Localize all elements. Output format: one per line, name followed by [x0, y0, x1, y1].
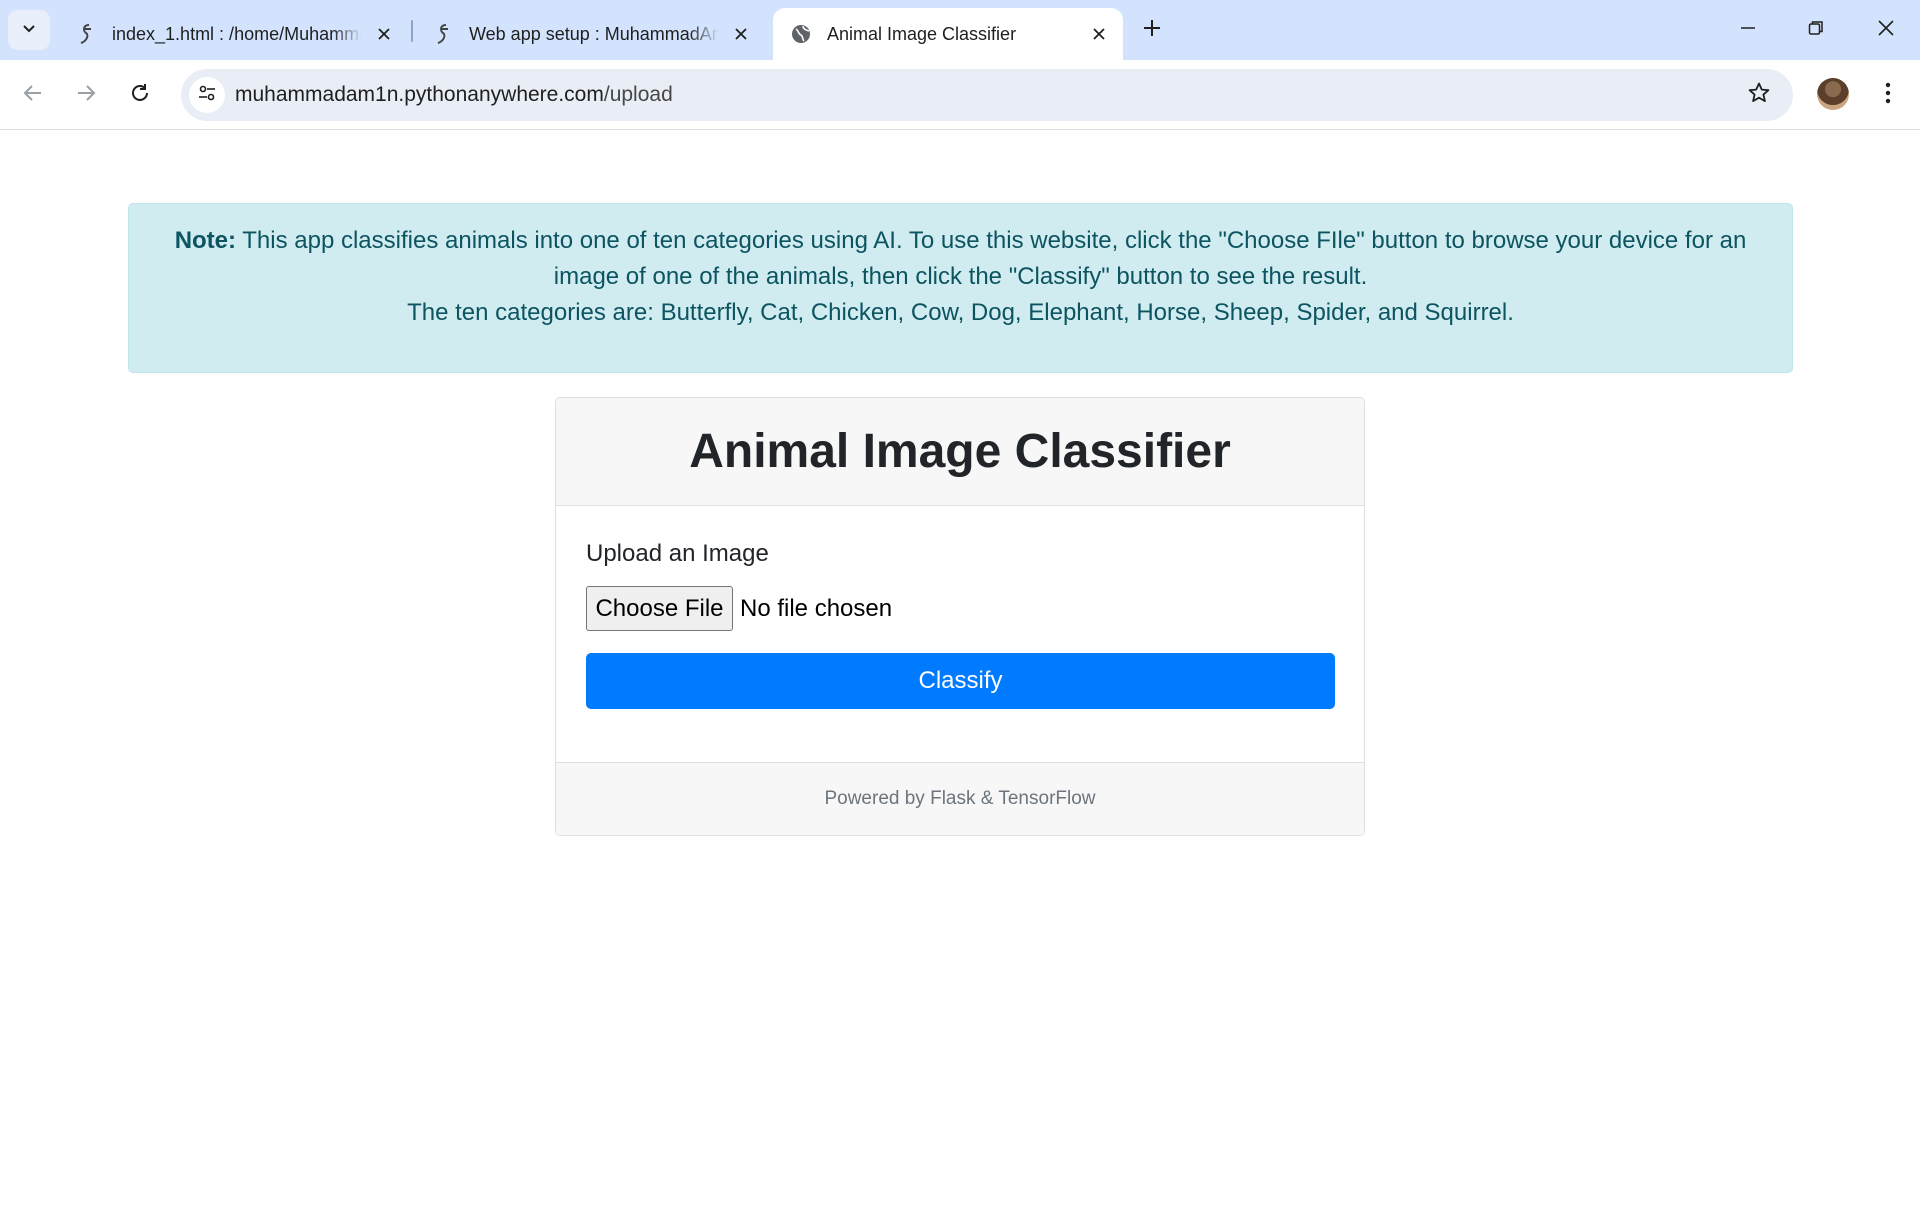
new-tab-button[interactable] — [1134, 12, 1170, 48]
note-categories: The ten categories are: Butterfly, Cat, … — [407, 299, 1514, 326]
reload-button[interactable] — [121, 76, 159, 114]
tab-separator — [411, 20, 413, 42]
close-window-button[interactable] — [1852, 0, 1920, 60]
chevron-down-icon — [21, 20, 37, 41]
card-header: Animal Image Classifier — [556, 398, 1364, 506]
classify-button[interactable]: Classify — [586, 653, 1335, 709]
minimize-icon — [1740, 20, 1756, 41]
profile-avatar[interactable] — [1817, 78, 1849, 110]
reload-icon — [129, 82, 151, 109]
arrow-left-icon — [22, 82, 44, 109]
close-icon[interactable] — [370, 20, 398, 48]
url-host: muhammadam1n.pythonanywhere.com — [235, 83, 604, 106]
url-text[interactable]: muhammadam1n.pythonanywhere.com/upload — [235, 69, 673, 121]
choose-file-button[interactable]: Choose File — [586, 586, 733, 631]
restore-icon — [1808, 20, 1824, 41]
pythonanywhere-icon — [74, 22, 98, 46]
card-footer: Powered by Flask & TensorFlow — [556, 762, 1364, 835]
info-note: Note: This app classifies animals into o… — [128, 203, 1793, 373]
address-bar[interactable]: muhammadam1n.pythonanywhere.com/upload — [181, 69, 1793, 121]
tab-web-app-setup[interactable]: Web app setup : MuhammadAmin — [415, 8, 765, 60]
tab-search-button[interactable] — [8, 10, 50, 50]
close-icon[interactable] — [1085, 20, 1113, 48]
more-vert-icon — [1885, 82, 1891, 109]
close-icon[interactable] — [727, 20, 755, 48]
forward-button[interactable] — [67, 76, 105, 114]
upload-label: Upload an Image — [586, 540, 769, 567]
browser-menu-button[interactable] — [1870, 76, 1906, 114]
upload-form: Upload an Image Choose File No file chos… — [556, 506, 1364, 762]
star-icon — [1747, 81, 1771, 110]
note-paragraph: Note: This app classifies animals into o… — [169, 223, 1752, 295]
plus-icon — [1142, 18, 1162, 43]
tab-strip: index_1.html : /home/Muhammad Web app se… — [0, 0, 1920, 60]
url-path: /upload — [603, 83, 673, 106]
classifier-card: Animal Image Classifier Upload an Image … — [555, 397, 1365, 836]
tab-index-html[interactable]: index_1.html : /home/Muhammad — [58, 8, 408, 60]
note-text: This app classifies animals into one of … — [236, 227, 1747, 290]
file-status: No file chosen — [740, 594, 893, 622]
pythonanywhere-icon — [431, 22, 455, 46]
back-button[interactable] — [14, 76, 52, 114]
tune-icon — [197, 83, 217, 108]
file-input: Choose File No file chosen — [586, 586, 892, 631]
globe-icon — [789, 22, 813, 46]
site-info-button[interactable] — [189, 77, 225, 113]
minimize-button[interactable] — [1714, 0, 1782, 60]
note-label: Note: — [174, 227, 237, 254]
arrow-right-icon — [75, 82, 97, 109]
tab-title: Animal Image Classifier — [827, 23, 1017, 44]
restore-button[interactable] — [1782, 0, 1850, 60]
browser-toolbar: muhammadam1n.pythonanywhere.com/upload — [0, 60, 1920, 130]
bookmark-button[interactable] — [1743, 79, 1775, 111]
page-title: Animal Image Classifier — [689, 425, 1231, 478]
tab-animal-image-classifier[interactable]: Animal Image Classifier — [773, 8, 1123, 60]
close-icon — [1877, 19, 1895, 42]
tab-title: index_1.html : /home/Muhammad — [112, 23, 362, 44]
tab-title: Web app setup : MuhammadAmin — [469, 23, 719, 44]
